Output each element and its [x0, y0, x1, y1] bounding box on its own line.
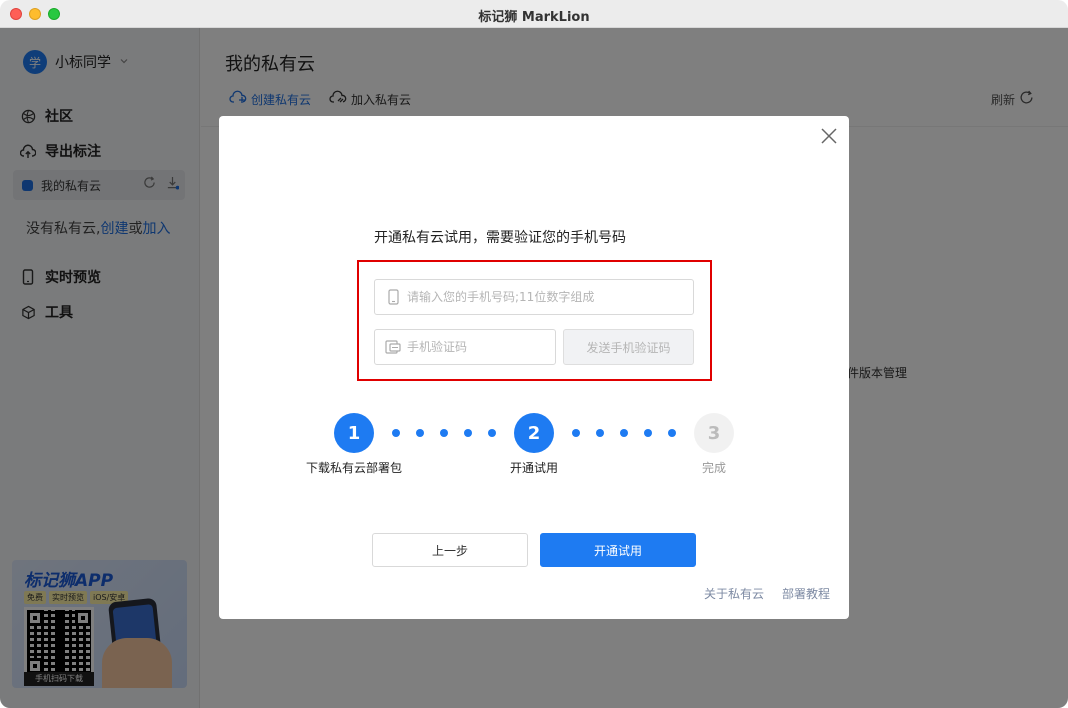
- step-1-label: 下载私有云部署包: [305, 461, 402, 475]
- phone-number-input[interactable]: [407, 280, 693, 314]
- dialog-footer-links: 关于私有云 部署教程: [704, 585, 830, 602]
- window-title: 标记狮 MarkLion: [478, 10, 590, 25]
- send-verification-code-button[interactable]: 发送手机验证码: [563, 329, 694, 365]
- dialog-heading: 开通私有云试用，需要验证您的手机号码: [374, 230, 626, 246]
- step-dot: [596, 429, 604, 437]
- step-2-circle: 2: [514, 413, 554, 453]
- sms-code-icon: [385, 339, 401, 355]
- app-window: 标记狮 MarkLion 学 小标同学 社区 导出标注 我的私有云: [0, 0, 1068, 708]
- start-trial-button[interactable]: 开通试用: [540, 533, 696, 567]
- verification-code-input[interactable]: [407, 330, 555, 364]
- step-dot: [464, 429, 472, 437]
- about-private-cloud-link[interactable]: 关于私有云: [704, 585, 764, 602]
- step-3-label: 完成: [701, 461, 726, 475]
- step-dot: [416, 429, 424, 437]
- mobile-phone-icon: [385, 289, 401, 305]
- step-dot: [668, 429, 676, 437]
- step-dot: [392, 429, 400, 437]
- step-dot: [620, 429, 628, 437]
- step-dot: [488, 429, 496, 437]
- verification-code-field[interactable]: [374, 329, 556, 365]
- deploy-tutorial-link[interactable]: 部署教程: [782, 585, 830, 602]
- progress-stepper: 1 2 3 下载私有云部署包 开通试用 完成: [219, 413, 849, 483]
- title-bar: 标记狮 MarkLion: [0, 0, 1068, 28]
- step-dot: [440, 429, 448, 437]
- step-dot: [572, 429, 580, 437]
- step-3-circle: 3: [694, 413, 734, 453]
- step-1-circle: 1: [334, 413, 374, 453]
- step-2-label: 开通试用: [509, 461, 558, 475]
- step-dot: [644, 429, 652, 437]
- phone-number-field[interactable]: [374, 279, 694, 315]
- trial-verification-dialog: 开通私有云试用，需要验证您的手机号码 发送手机验证码 1 2: [219, 116, 849, 619]
- previous-step-button[interactable]: 上一步: [372, 533, 528, 567]
- close-icon[interactable]: [819, 126, 839, 146]
